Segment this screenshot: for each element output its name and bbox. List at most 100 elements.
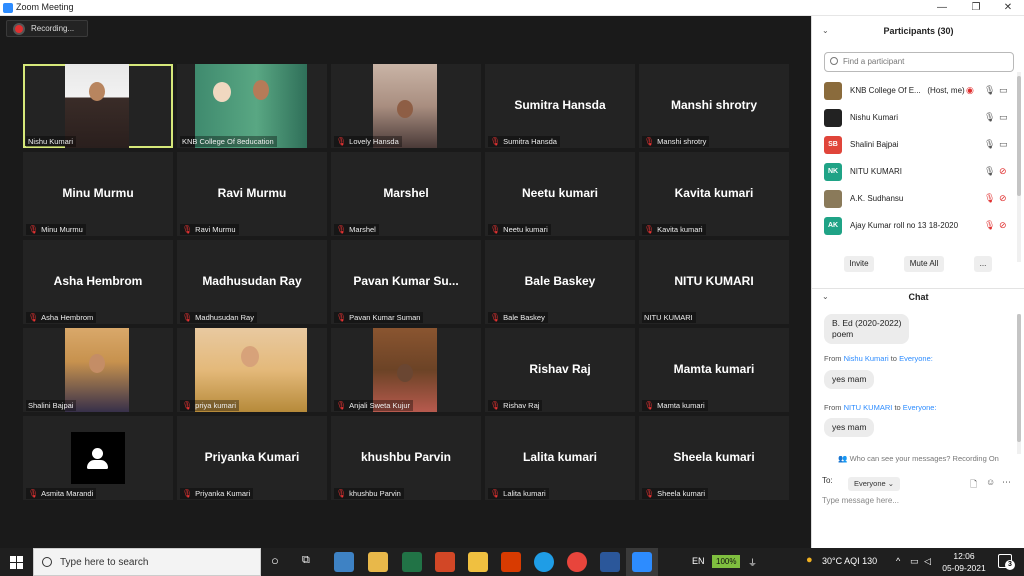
- find-participant-input[interactable]: Find a participant: [824, 52, 1014, 72]
- emoji-icon[interactable]: ☺: [986, 477, 995, 487]
- video-off-icon[interactable]: ⊘: [999, 220, 1007, 231]
- close-button[interactable]: ✕: [994, 0, 1022, 16]
- store-icon[interactable]: [368, 552, 388, 572]
- video-tile[interactable]: Pavan Kumar Su... 🎙 Pavan Kumar Suman: [331, 240, 481, 324]
- volume-icon[interactable]: ◁: [924, 556, 931, 567]
- face-shape: [241, 346, 259, 367]
- video-tile[interactable]: Sumitra Hansda 🎙 Sumitra Hansda: [485, 64, 635, 148]
- weather-text[interactable]: 30°C AQI 130: [822, 556, 877, 566]
- participant-row[interactable]: NK NITU KUMARI 🎙 ⊘: [812, 159, 1017, 186]
- edge-icon[interactable]: [534, 552, 554, 572]
- video-tile[interactable]: 🎙 Asmita Marandi: [23, 416, 173, 500]
- recording-indicator[interactable]: Recording...: [6, 20, 88, 37]
- video-tile[interactable]: khushbu Parvin 🎙 khushbu Parvin: [331, 416, 481, 500]
- chevron-down-icon[interactable]: ⌄: [822, 18, 829, 44]
- video-tile[interactable]: Madhusudan Ray 🎙 Madhusudan Ray: [177, 240, 327, 324]
- who-can-see-link[interactable]: 👥 Who can see your messages? Recording O…: [812, 454, 1024, 463]
- participant-row[interactable]: Nishu Kumari 🎙 ▭: [812, 105, 1017, 132]
- network-icon[interactable]: ▭: [910, 556, 919, 567]
- chevron-down-icon[interactable]: ⌄: [822, 284, 829, 310]
- video-tile[interactable]: 🎙 Anjali Sweta Kujur: [331, 328, 481, 412]
- video-tile[interactable]: Priyanka Kumari 🎙 Priyanka Kumari: [177, 416, 327, 500]
- taskbar-search-box[interactable]: Type here to search: [33, 548, 261, 576]
- more-options-button[interactable]: ...: [974, 256, 992, 272]
- chrome-icon[interactable]: [567, 552, 587, 572]
- maximize-button[interactable]: ❐: [962, 0, 990, 16]
- scrollbar-thumb[interactable]: [1017, 314, 1021, 442]
- video-tile[interactable]: Ravi Murmu 🎙 Ravi Murmu: [177, 152, 327, 236]
- video-camera-icon[interactable]: ▭: [999, 112, 1008, 123]
- tile-display-name: Sumitra Hansda: [514, 98, 606, 112]
- participants-scrollbar[interactable]: [1017, 72, 1021, 262]
- file-explorer-icon[interactable]: [468, 552, 488, 572]
- participants-header[interactable]: ⌄ Participants (30): [812, 18, 1024, 44]
- mic-icon[interactable]: 🎙: [984, 112, 995, 123]
- video-tile[interactable]: 🎙 Lovely Hansda: [331, 64, 481, 148]
- video-tile[interactable]: Lalita kumari 🎙 Lalita kumari: [485, 416, 635, 500]
- office-icon[interactable]: [501, 552, 521, 572]
- participant-row[interactable]: AK Ajay Kumar roll no 13 18-2020 🎙 ⊘: [812, 213, 1017, 240]
- video-tile[interactable]: KNB College Of 8education: [177, 64, 327, 148]
- video-tile[interactable]: Manshi shrotry 🎙 Manshi shrotry: [639, 64, 789, 148]
- participant-row[interactable]: KNB College Of E... (Host, me) ◉ 🎙 ▭: [812, 78, 1017, 105]
- video-tile[interactable]: Minu Murmu 🎙 Minu Murmu: [23, 152, 173, 236]
- video-tile[interactable]: Shalini Bajpai: [23, 328, 173, 412]
- mic-icon[interactable]: 🎙: [984, 166, 995, 177]
- video-tile[interactable]: Asha Hembrom 🎙 Asha Hembrom: [23, 240, 173, 324]
- tile-name-label: 🎙 Lovely Hansda: [334, 136, 402, 147]
- chevron-up-icon[interactable]: ^: [896, 556, 900, 566]
- search-icon: [42, 557, 52, 567]
- scrollbar-thumb[interactable]: [1017, 76, 1021, 196]
- avatar: [824, 190, 842, 208]
- language-indicator[interactable]: EN: [692, 556, 705, 566]
- notification-center-icon[interactable]: 3: [998, 554, 1015, 570]
- video-tile[interactable]: Mamta kumari 🎙 Mamta kumari: [639, 328, 789, 412]
- zoom-app-icon[interactable]: [632, 552, 652, 572]
- minimize-button[interactable]: —: [928, 0, 956, 16]
- more-icon[interactable]: ⋯: [1002, 477, 1011, 488]
- participant-row[interactable]: SB Shalini Bajpai 🎙 ▭: [812, 132, 1017, 159]
- video-tile[interactable]: Rishav Raj 🎙 Rishav Raj: [485, 328, 635, 412]
- video-off-icon[interactable]: ⊘: [999, 193, 1007, 204]
- sender-name[interactable]: Nishu Kumari: [844, 354, 889, 363]
- mic-icon[interactable]: 🎙: [984, 139, 995, 150]
- chat-message-input[interactable]: Type message here...: [822, 496, 1017, 536]
- video-tile[interactable]: Neetu kumari 🎙 Neetu kumari: [485, 152, 635, 236]
- app-icon-2[interactable]: [435, 552, 455, 572]
- video-tile[interactable]: Nishu Kumari: [23, 64, 173, 148]
- word-icon[interactable]: [600, 552, 620, 572]
- participant-name: NITU KUMARI: [850, 167, 902, 176]
- mic-icon[interactable]: 🎙: [984, 85, 995, 96]
- tile-name-label: 🎙 Priyanka Kumari: [180, 488, 254, 499]
- chat-header[interactable]: ⌄ Chat: [812, 284, 1024, 310]
- task-view-icon[interactable]: ⧉: [302, 554, 310, 567]
- video-tile[interactable]: Marshel 🎙 Marshel: [331, 152, 481, 236]
- app-icon-1[interactable]: [334, 552, 354, 572]
- excel-icon[interactable]: [402, 552, 422, 572]
- tile-name-text: NITU KUMARI: [644, 313, 693, 322]
- video-tile[interactable]: Kavita kumari 🎙 Kavita kumari: [639, 152, 789, 236]
- recipient-select[interactable]: Everyone ⌄: [848, 477, 901, 491]
- chat-scrollbar[interactable]: [1017, 314, 1021, 454]
- file-icon[interactable]: 🗋: [970, 477, 977, 493]
- clock[interactable]: 12:06 05-09-2021: [932, 550, 996, 574]
- video-tile[interactable]: Bale Baskey 🎙 Bale Baskey: [485, 240, 635, 324]
- muted-mic-icon: 🎙: [490, 313, 501, 322]
- video-tile[interactable]: Sheela kumari 🎙 Sheela kumari: [639, 416, 789, 500]
- mic-muted-icon[interactable]: 🎙: [984, 193, 995, 204]
- tile-name-label: NITU KUMARI: [642, 312, 696, 323]
- video-off-icon[interactable]: ⊘: [999, 166, 1007, 177]
- sender-name[interactable]: NITU KUMARI: [844, 403, 893, 412]
- mic-muted-icon[interactable]: 🎙: [984, 220, 995, 231]
- start-button[interactable]: [0, 548, 32, 576]
- video-camera-icon[interactable]: ▭: [999, 85, 1008, 96]
- video-camera-icon[interactable]: ▭: [999, 139, 1008, 150]
- video-tile[interactable]: 🎙 priya kumari: [177, 328, 327, 412]
- message-sender: From Nishu Kumari to Everyone:: [824, 354, 933, 363]
- video-tile[interactable]: NITU KUMARI NITU KUMARI: [639, 240, 789, 324]
- invite-button[interactable]: Invite: [844, 256, 874, 272]
- cortana-icon[interactable]: ○: [271, 553, 279, 568]
- mute-all-button[interactable]: Mute All: [904, 256, 944, 272]
- participant-row[interactable]: A.K. Sudhansu 🎙 ⊘: [812, 186, 1017, 213]
- battery-indicator[interactable]: 100%: [712, 555, 741, 568]
